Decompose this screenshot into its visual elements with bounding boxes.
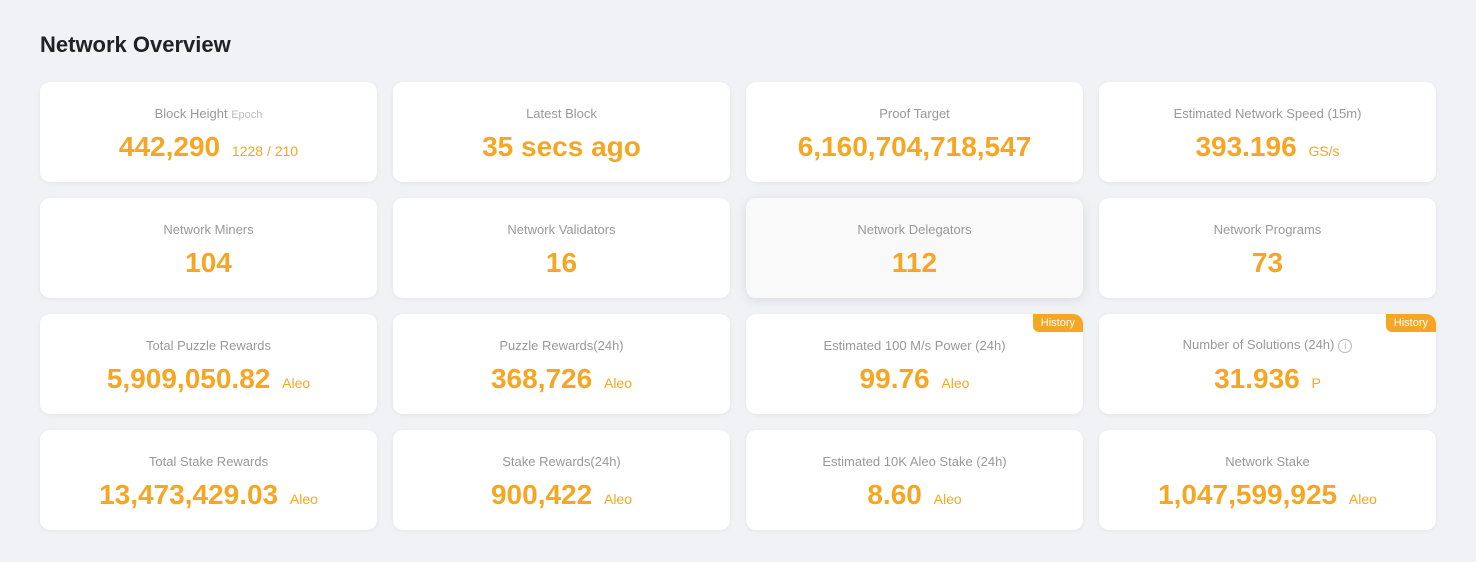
card-network-validators: Network Validators 16 — [393, 198, 730, 298]
card-stake-rewards-24h: Stake Rewards(24h) 900,422 Aleo — [393, 430, 730, 530]
card-value-number-of-solutions: 31.936 P — [1214, 363, 1321, 395]
card-label-estimated-100ms-power: Estimated 100 M/s Power (24h) — [823, 338, 1005, 353]
card-value-estimated-network-speed: 393.196 GS/s — [1195, 131, 1339, 163]
card-unit: Aleo — [941, 375, 969, 391]
page-title: Network Overview — [40, 32, 1436, 58]
card-network-miners: Network Miners 104 — [40, 198, 377, 298]
card-block-height: Block Height Epoch 442,290 1228 / 210 — [40, 82, 377, 182]
card-label-total-puzzle-rewards: Total Puzzle Rewards — [146, 338, 271, 353]
card-label-estimated-10k-aleo-stake: Estimated 10K Aleo Stake (24h) — [822, 454, 1006, 469]
card-value-network-delegators: 112 — [892, 247, 937, 279]
card-value-latest-block: 35 secs ago — [482, 131, 641, 163]
card-label-network-stake: Network Stake — [1225, 454, 1310, 469]
card-value-estimated-100ms-power: 99.76 Aleo — [860, 363, 970, 395]
card-estimated-100ms-power: History Estimated 100 M/s Power (24h) 99.7… — [746, 314, 1083, 414]
card-label-network-miners: Network Miners — [163, 222, 253, 237]
card-label-puzzle-rewards-24h: Puzzle Rewards(24h) — [499, 338, 623, 353]
card-network-stake: Network Stake 1,047,599,925 Aleo — [1099, 430, 1436, 530]
card-unit: Aleo — [1349, 491, 1377, 507]
card-value-network-miners: 104 — [185, 247, 232, 279]
card-value-block-height: 442,290 1228 / 210 — [119, 131, 298, 163]
card-value-estimated-10k-aleo-stake: 8.60 Aleo — [867, 479, 961, 511]
card-value-network-programs: 73 — [1252, 247, 1283, 279]
card-network-delegators: Network Delegators 112 — [746, 198, 1083, 298]
card-unit: Aleo — [282, 375, 310, 391]
card-network-programs: Network Programs 73 — [1099, 198, 1436, 298]
card-label-latest-block: Latest Block — [526, 106, 597, 121]
card-value-total-stake-rewards: 13,473,429.03 Aleo — [99, 479, 318, 511]
card-value-sub: 1228 / 210 — [232, 143, 298, 159]
card-unit: Aleo — [604, 491, 632, 507]
card-puzzle-rewards-24h: Puzzle Rewards(24h) 368,726 Aleo — [393, 314, 730, 414]
card-unit: Aleo — [604, 375, 632, 391]
card-estimated-10k-aleo-stake: Estimated 10K Aleo Stake (24h) 8.60 Aleo — [746, 430, 1083, 530]
history-badge[interactable]: History — [1033, 314, 1083, 332]
stats-grid: Block Height Epoch 442,290 1228 / 210 Late… — [40, 82, 1436, 530]
card-unit: GS/s — [1308, 143, 1339, 159]
card-label-stake-rewards-24h: Stake Rewards(24h) — [502, 454, 621, 469]
card-unit: P — [1312, 375, 1321, 391]
card-proof-target: Proof Target 6,160,704,718,547 — [746, 82, 1083, 182]
card-value-network-validators: 16 — [546, 247, 577, 279]
card-value-stake-rewards-24h: 900,422 Aleo — [491, 479, 632, 511]
info-icon[interactable]: i — [1338, 339, 1352, 353]
card-estimated-network-speed: Estimated Network Speed (15m) 393.196 GS/… — [1099, 82, 1436, 182]
card-label-estimated-network-speed: Estimated Network Speed (15m) — [1174, 106, 1362, 121]
card-label-network-validators: Network Validators — [507, 222, 615, 237]
card-value-puzzle-rewards-24h: 368,726 Aleo — [491, 363, 632, 395]
history-badge[interactable]: History — [1386, 314, 1436, 332]
card-label-total-stake-rewards: Total Stake Rewards — [149, 454, 268, 469]
card-label-number-of-solutions: Number of Solutions (24h)i — [1183, 337, 1353, 353]
card-value-proof-target: 6,160,704,718,547 — [798, 131, 1032, 163]
card-value-network-stake: 1,047,599,925 Aleo — [1158, 479, 1377, 511]
card-unit: Aleo — [290, 491, 318, 507]
card-total-puzzle-rewards: Total Puzzle Rewards 5,909,050.82 Aleo — [40, 314, 377, 414]
card-unit: Aleo — [934, 491, 962, 507]
epoch-sub: Epoch — [231, 109, 262, 121]
card-number-of-solutions: History Number of Solutions (24h)i 31.936 … — [1099, 314, 1436, 414]
card-label-network-programs: Network Programs — [1214, 222, 1322, 237]
card-label-proof-target: Proof Target — [879, 106, 950, 121]
card-value-total-puzzle-rewards: 5,909,050.82 Aleo — [107, 363, 310, 395]
card-label-block-height: Block Height Epoch — [155, 106, 263, 121]
card-label-network-delegators: Network Delegators — [857, 222, 971, 237]
card-total-stake-rewards: Total Stake Rewards 13,473,429.03 Aleo — [40, 430, 377, 530]
card-latest-block: Latest Block 35 secs ago — [393, 82, 730, 182]
